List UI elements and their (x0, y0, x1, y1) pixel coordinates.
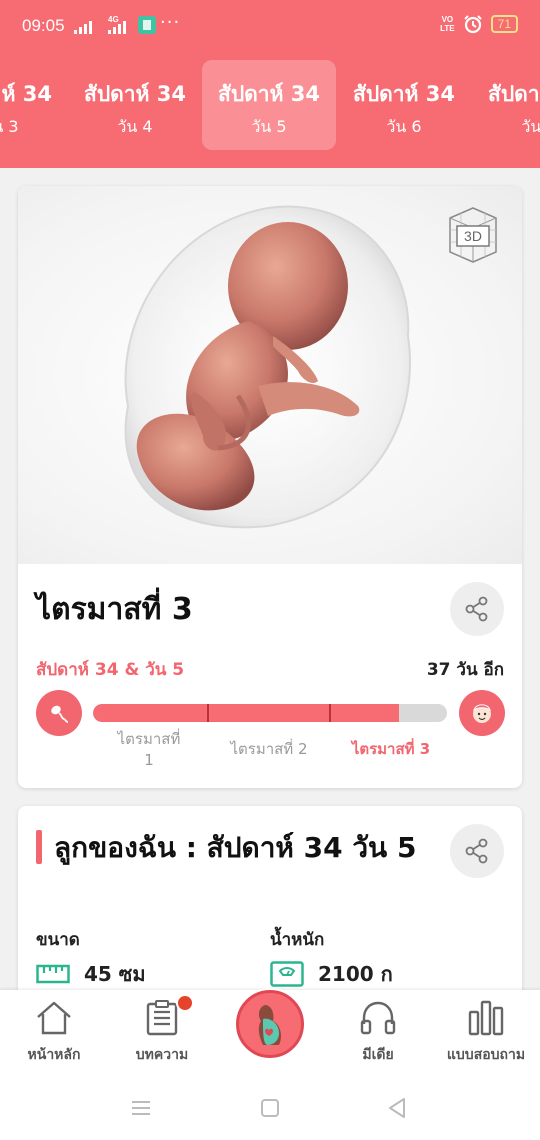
baby-info-card: ลูกของฉัน : สัปดาห์ 34 วัน 5 ขนาด น้ำหนั… (18, 806, 522, 1006)
nav-home-label: หน้าหลัก (27, 1047, 81, 1063)
trimester-1-label: ไตรมาสที่ 1 (117, 730, 181, 769)
tab-week34-day3[interactable]: สัปดาห์ 34 วัน 3 (0, 60, 68, 150)
pregnant-woman-icon (258, 1005, 281, 1045)
home-icon (37, 1001, 71, 1035)
trimester-3-label: ไตรมาสที่ 3 (351, 740, 431, 758)
weight-value: 2100 ก (318, 962, 393, 986)
share-icon (465, 838, 488, 864)
ruler-icon (36, 964, 70, 984)
share-baby-button[interactable] (450, 824, 504, 878)
baby-face-icon (459, 690, 505, 736)
system-navigation-bar (0, 1078, 540, 1140)
nav-survey[interactable]: แบบสอบถาม (432, 990, 540, 1078)
tab-week34-day4[interactable]: สัปดาห์ 34 วัน 4 (68, 60, 202, 150)
badge-3d-label: 3D (464, 228, 482, 244)
pregnancy-progress-bar (93, 704, 447, 722)
trimester-card: 3D ไตรมาสที่ 3 สัปดาห์ 34 & วัน 5 37 วัน… (18, 186, 522, 788)
alarm-icon (463, 15, 482, 34)
notification-badge (176, 994, 194, 1012)
status-bar: 09:05 4G ··· VO LTE 71 (0, 0, 540, 54)
weight-stat: 2100 ก (270, 958, 393, 990)
status-time: 09:05 (22, 16, 65, 35)
signal-icon (74, 21, 92, 34)
share-icon (465, 596, 488, 622)
fetus-3d-image[interactable]: 3D (18, 186, 522, 564)
headphones-icon (360, 1001, 396, 1035)
size-label: ขนาด (36, 930, 80, 950)
recent-apps-icon[interactable] (130, 1098, 152, 1118)
app-header: 09:05 4G ··· VOLTE 71 สัปดาห์ 34 วัน 3 (0, 0, 540, 168)
nav-articles-label: บทความ (135, 1047, 189, 1063)
baby-week-title: ลูกของฉัน : สัปดาห์ 34 วัน 5 (54, 831, 417, 864)
days-remaining: 37 วัน อีก (426, 660, 504, 680)
back-icon[interactable] (386, 1096, 408, 1120)
trimester-2-label: ไตรมาสที่ 2 (230, 740, 308, 758)
current-week-day: สัปดาห์ 34 & วัน 5 (36, 660, 185, 680)
trimester-divider-2 (329, 704, 331, 722)
nav-survey-label: แบบสอบถาม (446, 1047, 526, 1063)
home-system-icon[interactable] (259, 1097, 281, 1119)
title-accent-bar (36, 830, 42, 864)
conception-icon (36, 690, 82, 736)
size-stat: 45 ซม (36, 958, 146, 990)
bottom-navigation: หน้าหลัก บทความ มีเดีย แบบสอบถาม (0, 990, 540, 1078)
week-day-tabs: สัปดาห์ 34 วัน 3 สัปดาห์ 34 วัน 4 สัปดาห… (0, 60, 540, 150)
weight-label: น้ำหนัก (270, 930, 325, 950)
nav-home[interactable]: หน้าหลัก (0, 990, 108, 1078)
size-value: 45 ซม (84, 962, 146, 986)
app-notification-icon (138, 16, 156, 34)
tab-week34-next[interactable]: สัปดาห์ 34 วัน 0 (472, 60, 540, 150)
nav-articles[interactable]: บทความ (108, 990, 216, 1078)
battery-icon: 71 (490, 15, 518, 33)
more-notifications-icon: ··· (160, 12, 181, 33)
view-3d-icon[interactable]: 3D (442, 204, 504, 266)
tab-week34-day6[interactable]: สัปดาห์ 34 วัน 6 (337, 60, 471, 150)
trimester-title: ไตรมาสที่ 3 (36, 592, 193, 627)
signal-4g-icon (108, 21, 126, 34)
trimester-divider-1 (207, 704, 209, 722)
scale-icon (270, 961, 304, 987)
volte-icon: VO LTE (440, 15, 455, 33)
survey-chart-icon (468, 1000, 504, 1036)
pregnancy-center-button[interactable] (236, 990, 304, 1058)
nav-media-label: มีเดีย (362, 1047, 394, 1063)
share-trimester-button[interactable] (450, 582, 504, 636)
nav-media[interactable]: มีเดีย (324, 990, 432, 1078)
tab-week34-day5[interactable]: สัปดาห์ 34 วัน 5 (202, 60, 336, 150)
progress-fill (93, 704, 400, 722)
